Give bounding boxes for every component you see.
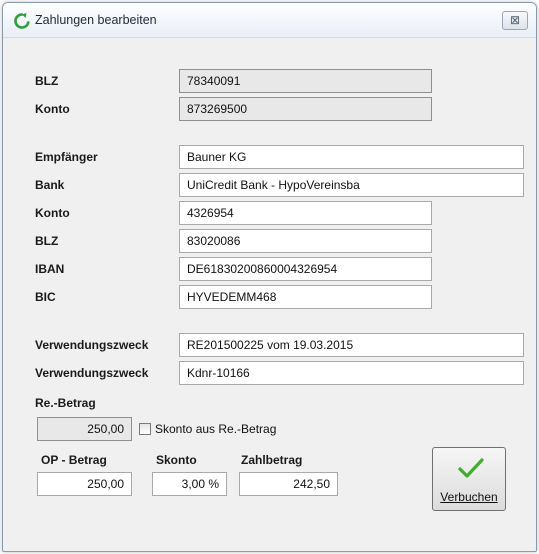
- verwendungszweck-input-1[interactable]: RE201500225 vom 19.03.2015: [179, 333, 524, 357]
- bic-label: BIC: [35, 290, 56, 304]
- skonto-label: Skonto: [156, 453, 197, 467]
- close-icon: ⊠: [509, 13, 521, 27]
- konto-label: Konto: [35, 102, 70, 116]
- blz-label: BLZ: [35, 74, 59, 88]
- re-betrag-label: Re.-Betrag: [35, 396, 96, 410]
- recipient-konto-label: Konto: [35, 206, 70, 220]
- re-betrag-readonly-field: 250,00: [37, 417, 132, 441]
- verwendungszweck-label-1: Verwendungszweck: [35, 338, 149, 352]
- skonto-checkbox-label[interactable]: Skonto aus Re.-Betrag: [155, 422, 276, 436]
- title-bar: Zahlungen bearbeiten ⊠: [3, 3, 536, 38]
- verwendungszweck-label-2: Verwendungszweck: [35, 366, 149, 380]
- iban-input[interactable]: DE61830200860004326954: [179, 257, 432, 281]
- dialog-window: Zahlungen bearbeiten ⊠ BLZ 78340091 Kont…: [2, 2, 537, 552]
- empfaenger-input[interactable]: Bauner KG: [179, 145, 524, 169]
- zahlbetrag-label: Zahlbetrag: [241, 453, 303, 467]
- verwendungszweck-input-2[interactable]: Kdnr-10166: [179, 361, 524, 385]
- green-checkmark-icon: [458, 458, 484, 478]
- zahlbetrag-input[interactable]: 242,50: [239, 472, 338, 496]
- recipient-blz-input[interactable]: 83020086: [179, 229, 432, 253]
- empfaenger-label: Empfänger: [35, 150, 98, 164]
- op-betrag-label: OP - Betrag: [41, 453, 107, 467]
- recipient-konto-input[interactable]: 4326954: [179, 201, 432, 225]
- skonto-aus-re-betrag-checkbox[interactable]: [139, 423, 151, 435]
- op-betrag-input[interactable]: 250,00: [37, 472, 132, 496]
- bank-input[interactable]: UniCredit Bank - HypoVereinsba: [179, 173, 524, 197]
- refresh-icon: [14, 13, 30, 29]
- close-button[interactable]: ⊠: [502, 11, 528, 30]
- recipient-blz-label: BLZ: [35, 234, 59, 248]
- iban-label: IBAN: [35, 262, 65, 276]
- bic-input[interactable]: HYVEDEMM468: [179, 285, 432, 309]
- blz-readonly-field: 78340091: [179, 69, 432, 93]
- konto-readonly-field: 873269500: [179, 97, 432, 121]
- skonto-input[interactable]: 3,00 %: [152, 472, 227, 496]
- window-title: Zahlungen bearbeiten: [35, 13, 157, 27]
- verbuchen-label: Verbuchen: [440, 490, 498, 504]
- verbuchen-button[interactable]: Verbuchen: [432, 447, 506, 511]
- bank-label: Bank: [35, 178, 65, 192]
